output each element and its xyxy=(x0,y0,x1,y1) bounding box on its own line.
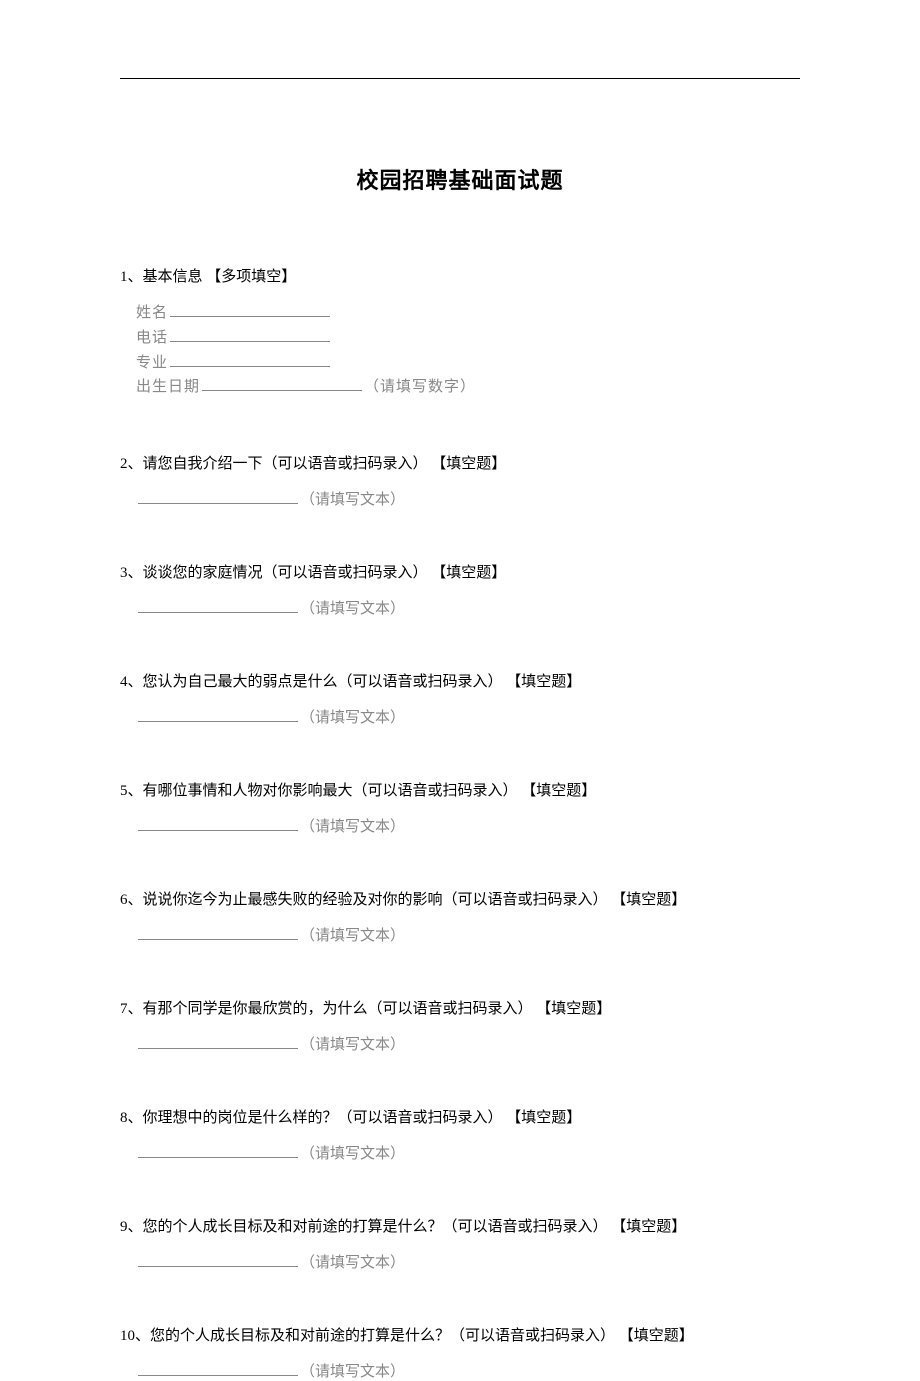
question-9-title: 9、您的个人成长目标及和对前途的打算是什么？（可以语音或扫码录入） 【填空题】 xyxy=(120,1215,800,1239)
question-8-answer: （请填写文本） xyxy=(120,1142,800,1163)
field-birth-input[interactable] xyxy=(202,377,362,391)
question-6: 6、说说你迄今为止最感失败的经验及对你的影响（可以语音或扫码录入） 【填空题】 … xyxy=(120,888,800,945)
question-5-answer: （请填写文本） xyxy=(120,815,800,836)
question-5-title: 5、有哪位事情和人物对你影响最大（可以语音或扫码录入） 【填空题】 xyxy=(120,779,800,803)
question-2-hint: （请填写文本） xyxy=(300,492,405,508)
question-6-input[interactable] xyxy=(138,926,298,940)
question-7-input[interactable] xyxy=(138,1035,298,1049)
field-birth-label: 出生日期 xyxy=(136,379,200,395)
question-9-answer: （请填写文本） xyxy=(120,1251,800,1272)
question-1: 1、基本信息 【多项填空】 姓名 电话 专业 出生日期 （请填写数字） xyxy=(120,265,800,400)
field-name: 姓名 xyxy=(136,301,800,326)
field-name-label: 姓名 xyxy=(136,305,168,321)
field-birth-hint: （请填写数字） xyxy=(364,379,476,395)
question-3-title: 3、谈谈您的家庭情况（可以语音或扫码录入） 【填空题】 xyxy=(120,561,800,585)
question-6-title: 6、说说你迄今为止最感失败的经验及对你的影响（可以语音或扫码录入） 【填空题】 xyxy=(120,888,800,912)
question-7-answer: （请填写文本） xyxy=(120,1033,800,1054)
field-birth: 出生日期 （请填写数字） xyxy=(136,375,800,400)
question-1-title: 1、基本信息 【多项填空】 xyxy=(120,265,800,289)
question-6-answer: （请填写文本） xyxy=(120,924,800,945)
question-1-fields: 姓名 电话 专业 出生日期 （请填写数字） xyxy=(120,301,800,400)
question-7-hint: （请填写文本） xyxy=(300,1037,405,1053)
field-phone: 电话 xyxy=(136,326,800,351)
question-8-input[interactable] xyxy=(138,1144,298,1158)
question-3-input[interactable] xyxy=(138,599,298,613)
field-phone-input[interactable] xyxy=(170,328,330,342)
question-9-input[interactable] xyxy=(138,1253,298,1267)
field-name-input[interactable] xyxy=(170,303,330,317)
question-8: 8、你理想中的岗位是什么样的？（可以语音或扫码录入） 【填空题】 （请填写文本） xyxy=(120,1106,800,1163)
question-10-title: 10、您的个人成长目标及和对前途的打算是什么？（可以语音或扫码录入） 【填空题】 xyxy=(120,1324,800,1348)
question-4-hint: （请填写文本） xyxy=(300,710,405,726)
question-10-hint: （请填写文本） xyxy=(300,1364,405,1380)
question-2-input[interactable] xyxy=(138,490,298,504)
question-6-hint: （请填写文本） xyxy=(300,928,405,944)
question-4: 4、您认为自己最大的弱点是什么（可以语音或扫码录入） 【填空题】 （请填写文本） xyxy=(120,670,800,727)
question-5-input[interactable] xyxy=(138,817,298,831)
question-4-input[interactable] xyxy=(138,708,298,722)
question-8-hint: （请填写文本） xyxy=(300,1146,405,1162)
question-4-answer: （请填写文本） xyxy=(120,706,800,727)
question-2-answer: （请填写文本） xyxy=(120,488,800,509)
question-10-input[interactable] xyxy=(138,1362,298,1376)
question-3-hint: （请填写文本） xyxy=(300,601,405,617)
question-9: 9、您的个人成长目标及和对前途的打算是什么？（可以语音或扫码录入） 【填空题】 … xyxy=(120,1215,800,1272)
field-phone-label: 电话 xyxy=(136,330,168,346)
question-5-hint: （请填写文本） xyxy=(300,819,405,835)
question-7-title: 7、有那个同学是你最欣赏的，为什么（可以语音或扫码录入） 【填空题】 xyxy=(120,997,800,1021)
question-4-title: 4、您认为自己最大的弱点是什么（可以语音或扫码录入） 【填空题】 xyxy=(120,670,800,694)
question-9-hint: （请填写文本） xyxy=(300,1255,405,1271)
question-8-title: 8、你理想中的岗位是什么样的？（可以语音或扫码录入） 【填空题】 xyxy=(120,1106,800,1130)
question-10: 10、您的个人成长目标及和对前途的打算是什么？（可以语音或扫码录入） 【填空题】… xyxy=(120,1324,800,1381)
document-title: 校园招聘基础面试题 xyxy=(120,163,800,195)
field-major: 专业 xyxy=(136,351,800,376)
top-horizontal-rule xyxy=(120,78,800,79)
field-major-input[interactable] xyxy=(170,353,330,367)
question-3: 3、谈谈您的家庭情况（可以语音或扫码录入） 【填空题】 （请填写文本） xyxy=(120,561,800,618)
field-major-label: 专业 xyxy=(136,355,168,371)
question-10-answer: （请填写文本） xyxy=(120,1360,800,1381)
question-2: 2、请您自我介绍一下（可以语音或扫码录入） 【填空题】 （请填写文本） xyxy=(120,452,800,509)
question-7: 7、有那个同学是你最欣赏的，为什么（可以语音或扫码录入） 【填空题】 （请填写文… xyxy=(120,997,800,1054)
question-3-answer: （请填写文本） xyxy=(120,597,800,618)
question-2-title: 2、请您自我介绍一下（可以语音或扫码录入） 【填空题】 xyxy=(120,452,800,476)
question-5: 5、有哪位事情和人物对你影响最大（可以语音或扫码录入） 【填空题】 （请填写文本… xyxy=(120,779,800,836)
